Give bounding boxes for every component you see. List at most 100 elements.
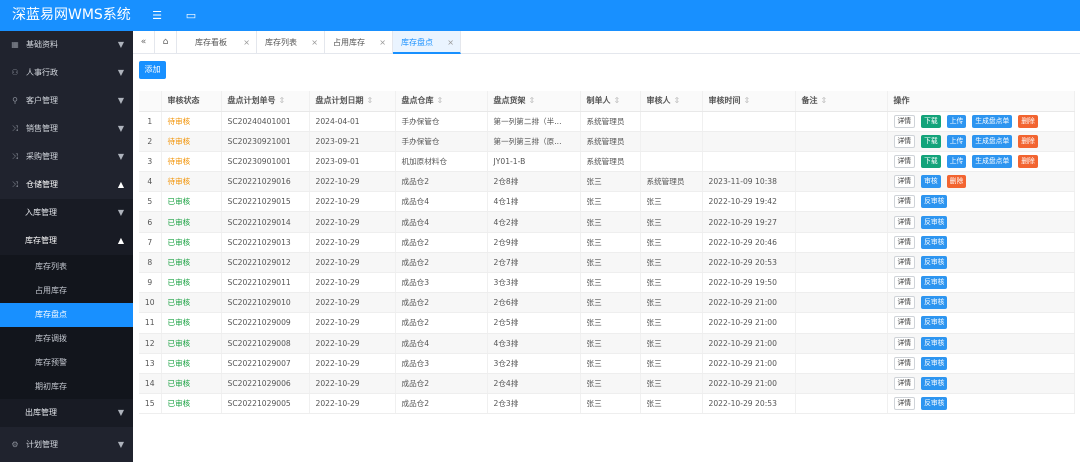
table-row: 9 已审核 SC20221029011 2022-10-29 成品仓3 3仓3排 张三 张三 2… (139, 272, 1075, 294)
sidebar-item-basic-data[interactable]: ▦ 基础资料 ▼ (0, 31, 133, 59)
column-header[interactable]: 盘点货架 ⇕ (487, 91, 581, 112)
sort-icon[interactable]: ⇕ (744, 96, 751, 105)
sort-icon[interactable]: ⇕ (437, 96, 444, 105)
detail-button[interactable]: 详情 (893, 134, 916, 148)
detail-button[interactable]: 详情 (893, 276, 916, 290)
detail-button[interactable]: 详情 (893, 377, 916, 391)
detail-button[interactable]: 详情 (893, 397, 916, 411)
generate-stocktake-button[interactable]: 生成盘点单 (972, 114, 1013, 128)
column-header[interactable]: 制单人 ⇕ (580, 91, 641, 112)
column-header[interactable]: 盘点计划日期 ⇕ (309, 91, 396, 112)
status-badge: 待审核 (161, 131, 222, 152)
detail-button[interactable]: 详情 (893, 175, 916, 189)
close-icon[interactable]: × (243, 31, 250, 54)
unaudit-button[interactable]: 反审核 (921, 377, 948, 391)
sidebar-item-inbound[interactable]: 入库管理 ▼ (0, 199, 133, 227)
tab-inventory-list[interactable]: 库存列表 × (257, 31, 325, 54)
delete-button[interactable]: 删除 (1018, 134, 1038, 148)
generate-stocktake-button[interactable]: 生成盘点单 (972, 154, 1013, 168)
tab-occupied-inventory[interactable]: 占用库存 × (325, 31, 393, 54)
sort-icon[interactable]: ⇕ (529, 96, 536, 105)
unaudit-button[interactable]: 反审核 (921, 296, 948, 310)
detail-button[interactable]: 详情 (893, 215, 916, 229)
unaudit-button[interactable]: 反审核 (921, 356, 948, 370)
sidebar-item-occupied-inventory[interactable]: 占用库存 (0, 279, 133, 303)
column-header[interactable]: 审核时间 ⇕ (702, 91, 796, 112)
download-button[interactable]: 下载 (921, 134, 941, 148)
sidebar-item-hr-admin[interactable]: ⚇ 人事行政 ▼ (0, 59, 133, 87)
sort-icon[interactable]: ⇕ (821, 96, 828, 105)
unaudit-button[interactable]: 反审核 (921, 336, 948, 350)
download-button[interactable]: 下载 (921, 114, 941, 128)
tab-inventory-board[interactable]: 库存看板 × (187, 31, 257, 54)
unaudit-button[interactable]: 反审核 (921, 316, 948, 330)
sidebar-item-plan[interactable]: ⚙ 计划管理 ▼ (0, 431, 133, 459)
unaudit-button[interactable]: 反审核 (921, 255, 948, 269)
chevron-down-icon: ▼ (117, 208, 124, 217)
delete-button[interactable]: 删除 (946, 175, 967, 189)
detail-button[interactable]: 详情 (893, 296, 916, 310)
sidebar-item-purchase[interactable]: ⤨ 采购管理 ▼ (0, 143, 133, 171)
row-index: 6 (139, 211, 162, 233)
unaudit-button[interactable]: 反审核 (921, 276, 948, 290)
sidebar-item-inventory-list[interactable]: 库存列表 (0, 255, 133, 279)
sort-icon[interactable]: ⇕ (279, 96, 286, 105)
detail-button[interactable]: 详情 (893, 235, 916, 249)
creator-cell: 张三 (580, 211, 641, 233)
unaudit-button[interactable]: 反审核 (921, 195, 948, 209)
sidebar-item-opening-stock[interactable]: 期初库存 (0, 375, 133, 399)
delete-button[interactable]: 删除 (1018, 154, 1038, 168)
sidebar-item-customer[interactable]: ⚲ 客户管理 ▼ (0, 87, 133, 115)
sort-icon[interactable]: ⇕ (614, 96, 621, 105)
upload-button[interactable]: 上传 (946, 154, 967, 168)
creator-cell: 张三 (580, 292, 641, 314)
sidebar-item-inventory[interactable]: 库存管理 ▲ (0, 227, 133, 255)
detail-button[interactable]: 详情 (893, 336, 916, 350)
sort-icon[interactable]: ⇕ (367, 96, 374, 105)
upload-button[interactable]: 上传 (946, 114, 967, 128)
table-row: 13 已审核 SC20221029007 2022-10-29 成品仓3 3仓2排 张三 张三… (139, 353, 1075, 374)
sidebar-item-outbound[interactable]: 出库管理 ▼ (0, 399, 133, 427)
sidebar-item-alert[interactable]: 库存预警 (0, 351, 133, 375)
table-row: 10 已审核 SC20221029010 2022-10-29 成品仓2 2仓6排 张三 张三… (139, 292, 1075, 314)
close-icon[interactable]: × (311, 31, 318, 54)
audit-button[interactable]: 审核 (921, 175, 941, 189)
column-header[interactable]: 盘点仓库 ⇕ (395, 91, 488, 112)
detail-button[interactable]: 详情 (893, 255, 916, 269)
warehouse-cell: 成品仓3 (395, 353, 488, 374)
column-header[interactable]: 盘点计划单号 ⇕ (221, 91, 310, 112)
generate-stocktake-button[interactable]: 生成盘点单 (972, 134, 1013, 148)
detail-button[interactable]: 详情 (893, 154, 916, 168)
operations-group: 详情 反审核 (893, 397, 1074, 411)
tab-stocktaking[interactable]: 库存盘点 × (393, 31, 461, 54)
unaudit-button[interactable]: 反审核 (921, 235, 948, 249)
detail-button[interactable]: 详情 (893, 316, 916, 330)
sidebar-item-transfer[interactable]: 库存调拨 (0, 327, 133, 351)
shelf-cell: 2仓5排 (487, 312, 581, 334)
detail-button[interactable]: 详情 (893, 195, 916, 209)
menu-toggle-icon[interactable]: ☰ (150, 9, 164, 23)
close-icon[interactable]: × (447, 31, 454, 54)
detail-button[interactable]: 详情 (893, 114, 916, 128)
unaudit-button[interactable]: 反审核 (921, 397, 948, 411)
close-icon[interactable]: × (379, 31, 386, 54)
row-index: 9 (139, 272, 162, 294)
column-header[interactable]: 审核状态 (161, 91, 222, 112)
sidebar-item-stocktaking[interactable]: 库存盘点 (0, 303, 133, 327)
sidebar-item-sales[interactable]: ⤨ 销售管理 ▼ (0, 115, 133, 143)
upload-button[interactable]: 上传 (946, 134, 967, 148)
column-header[interactable]: 备注 ⇕ (795, 91, 888, 112)
home-icon[interactable]: ⌂ (155, 31, 177, 54)
window-icon[interactable]: ▭ (184, 9, 198, 23)
detail-button[interactable]: 详情 (893, 356, 916, 370)
delete-button[interactable]: 删除 (1018, 114, 1038, 128)
plan-number-cell: SC20230901001 (221, 151, 310, 173)
column-header[interactable]: 审核人 ⇕ (640, 91, 703, 112)
unaudit-button[interactable]: 反审核 (921, 215, 948, 229)
download-button[interactable]: 下载 (921, 154, 941, 168)
add-button[interactable]: 添加 (139, 61, 166, 79)
collapse-icon[interactable]: « (133, 31, 155, 54)
sidebar-item-warehouse[interactable]: ⤨ 仓储管理 ▲ (0, 171, 133, 199)
sort-icon[interactable]: ⇕ (674, 96, 681, 105)
sidebar: ▦ 基础资料 ▼ ⚇ 人事行政 ▼ ⚲ 客户管理 ▼ ⤨ 销售管理 ▼ ⤨ 采购管理 ▼ ⤨ 仓储管理… (0, 31, 133, 462)
